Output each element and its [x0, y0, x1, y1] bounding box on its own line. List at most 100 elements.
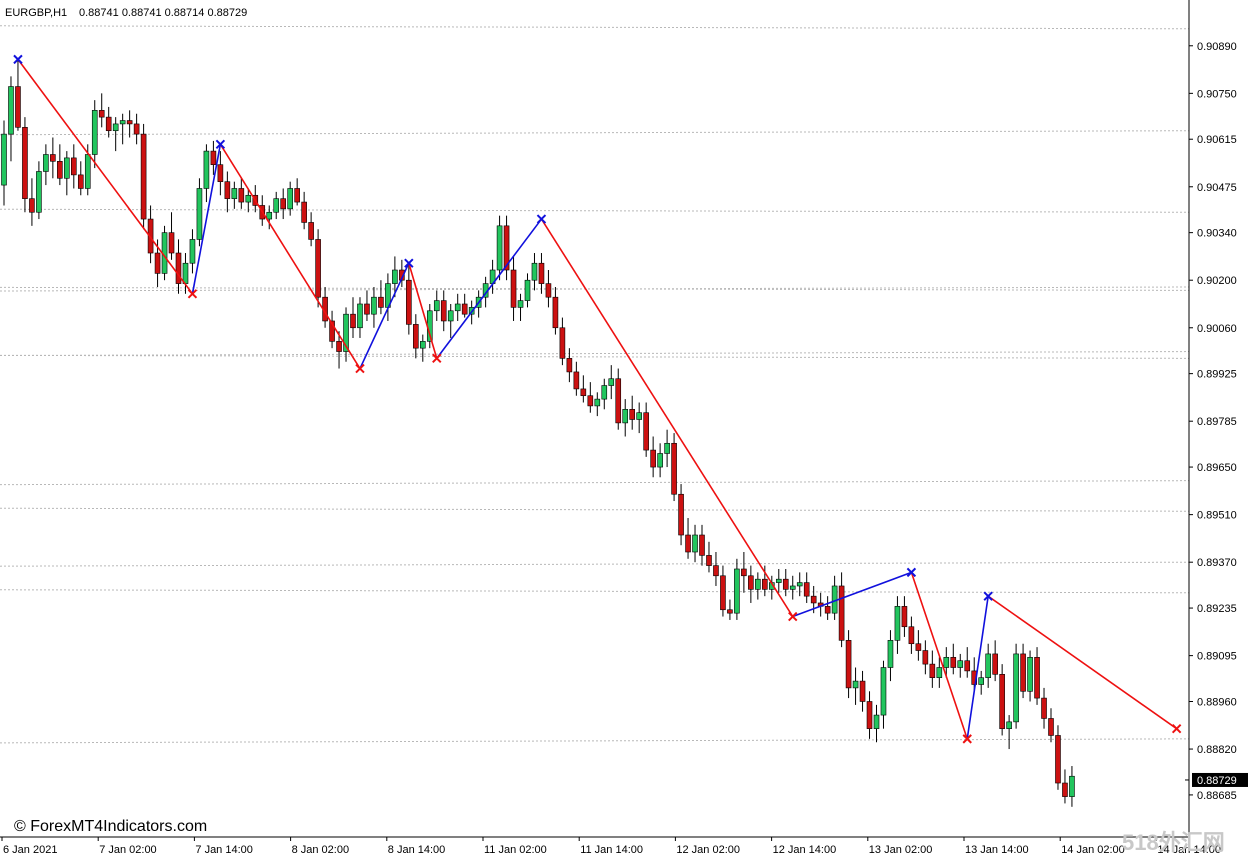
chart-background — [0, 0, 1253, 862]
bear-candle-body — [915, 643, 922, 651]
bull-candle-body — [880, 667, 887, 716]
bull-candle-body — [196, 188, 203, 240]
bear-candle-body — [1048, 718, 1054, 736]
bear-candle-body — [964, 660, 971, 672]
time-tick-label: 8 Jan 14:00 — [388, 844, 446, 856]
price-tick-label: 0.90750 — [1197, 88, 1237, 100]
price-tick-label: 0.90200 — [1197, 275, 1237, 287]
bull-candle-body — [1, 133, 7, 186]
bull-candle-body — [873, 714, 880, 729]
bull-candle-body — [1013, 653, 1019, 723]
bear-candle-body — [1055, 735, 1061, 784]
bull-candle-body — [392, 269, 398, 284]
bear-candle-body — [671, 442, 677, 495]
bull-candle-body — [775, 578, 782, 583]
bear-candle-body — [154, 252, 161, 274]
bear-candle-body — [168, 232, 175, 254]
bear-candle-body — [440, 300, 447, 322]
bull-candle-body — [601, 385, 608, 400]
bear-candle-body — [699, 534, 705, 556]
bear-candle-body — [50, 154, 56, 162]
bull-candle-body — [203, 150, 210, 189]
bear-candle-body — [922, 650, 929, 665]
bull-candle-body — [189, 239, 196, 264]
time-tick-label: 11 Jan 02:00 — [484, 844, 547, 856]
bull-candle-body — [622, 409, 629, 424]
bull-candle-body — [84, 154, 91, 189]
bull-candle-body — [91, 110, 98, 155]
chart-window: 0.90890 0.90750 0.90615 0.90475 0.90340 0.902… — [0, 0, 1253, 862]
bull-candle-body — [594, 398, 601, 407]
bear-candle-body — [859, 680, 866, 702]
bear-candle-body — [461, 303, 468, 315]
bear-candle-body — [280, 198, 287, 210]
bull-candle-body — [119, 120, 126, 125]
bear-candle-body — [57, 160, 63, 179]
bear-candle-body — [510, 269, 517, 308]
candle — [196, 178, 203, 247]
time-tick-label: 6 Jan 2021 — [3, 844, 57, 856]
bear-candle-body — [350, 313, 356, 329]
price-scale-area[interactable] — [1189, 0, 1253, 862]
bull-candle-body — [112, 123, 119, 132]
bear-candle-body — [727, 609, 733, 614]
bear-candle-body — [105, 116, 112, 132]
bull-candle-body — [531, 262, 538, 281]
bear-candle-body — [98, 110, 105, 118]
bull-candle-body — [357, 303, 363, 329]
bull-candle-body — [692, 534, 698, 553]
bear-candle-body — [838, 585, 845, 641]
candle — [999, 664, 1005, 736]
bear-candle-body — [908, 626, 915, 645]
bear-candle-body — [175, 252, 182, 284]
bull-candle-body — [454, 303, 461, 312]
price-tick-label: 0.89235 — [1197, 603, 1237, 615]
bear-candle-body — [15, 86, 21, 128]
bull-candle-body — [182, 262, 189, 284]
bear-candle-body — [559, 327, 566, 359]
time-tick-label: 7 Jan 02:00 — [99, 844, 157, 856]
bull-candle-body — [789, 585, 796, 590]
time-tick-label: 13 Jan 14:00 — [965, 844, 1029, 856]
bull-candle-body — [985, 653, 991, 679]
bull-candle-body — [36, 171, 42, 213]
candle — [671, 433, 677, 502]
price-tick-label: 0.90340 — [1197, 228, 1237, 240]
bull-candle-body — [8, 86, 14, 135]
bear-candle-body — [901, 606, 908, 628]
bull-candle-body — [636, 412, 642, 420]
bull-candle-body — [287, 188, 293, 210]
bull-candle-body — [887, 640, 894, 668]
bull-candle-body — [608, 378, 615, 386]
bull-candle-body — [943, 657, 950, 668]
bear-candle-body — [782, 578, 789, 590]
bull-candle-body — [447, 310, 454, 322]
price-tick-label: 0.89095 — [1197, 651, 1237, 663]
bull-candle-body — [273, 198, 280, 213]
bear-candle-body — [217, 164, 224, 182]
bear-candle-body — [866, 701, 873, 729]
bull-candle-body — [266, 211, 273, 220]
current-price-tag: 0.88729 — [1185, 772, 1248, 787]
bear-candle-body — [238, 188, 245, 203]
price-tick-label: 0.88820 — [1197, 744, 1237, 756]
bull-candle-body — [64, 157, 70, 179]
price-tick-label: 0.88685 — [1197, 790, 1237, 802]
time-tick-label: 12 Jan 02:00 — [676, 844, 740, 856]
bear-candle-body — [720, 575, 726, 611]
bull-candle-body — [1069, 775, 1075, 797]
bear-candle-body — [406, 279, 412, 325]
price-chart[interactable]: 0.90890 0.90750 0.90615 0.90475 0.90340 0.902… — [0, 0, 1253, 862]
bear-candle-body — [126, 120, 133, 125]
corner-watermark: 518外汇网 — [1122, 830, 1225, 855]
bear-candle-body — [77, 174, 84, 189]
time-tick-label: 14 Jan 02:00 — [1061, 844, 1125, 856]
candle — [315, 229, 321, 308]
bear-candle-body — [824, 606, 831, 614]
bear-candle-body — [845, 640, 852, 689]
bear-candle-body — [573, 371, 580, 390]
price-tick-label: 0.90475 — [1197, 182, 1237, 194]
bear-candle-body — [999, 674, 1005, 729]
bear-candle-body — [803, 582, 810, 597]
bear-candle-body — [308, 222, 314, 240]
